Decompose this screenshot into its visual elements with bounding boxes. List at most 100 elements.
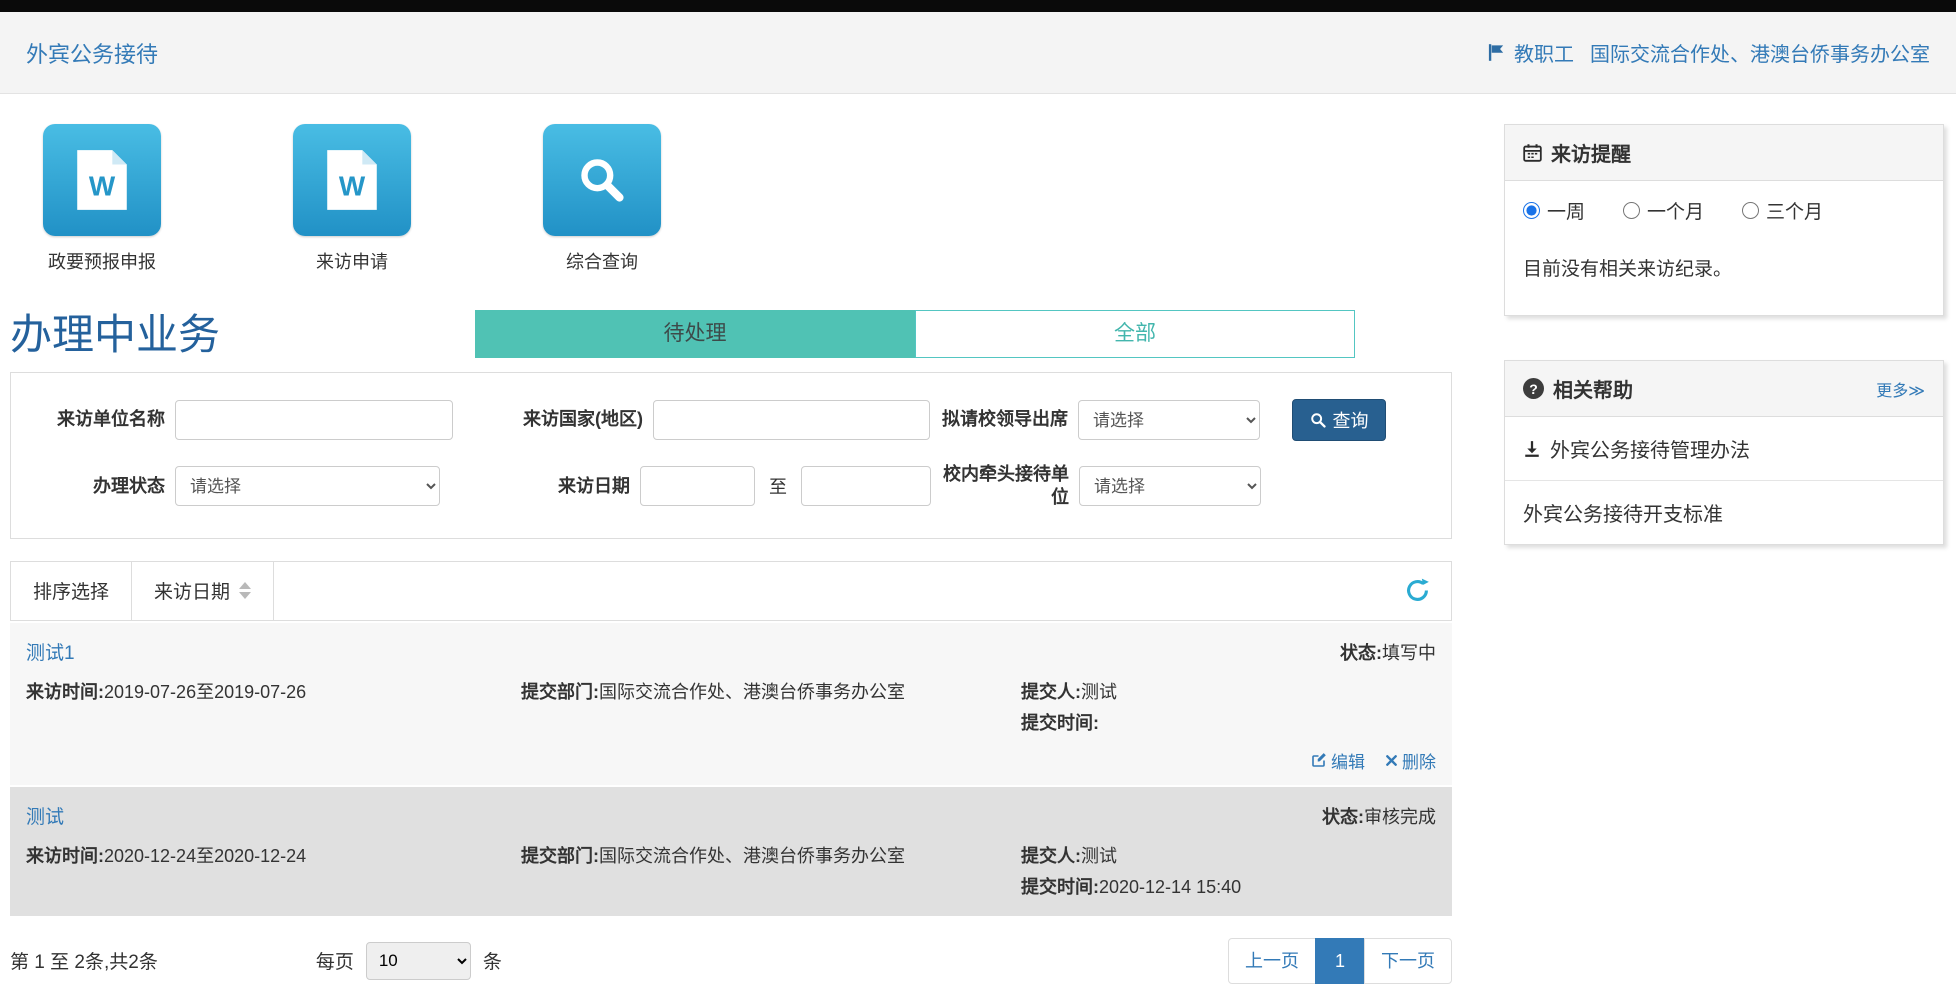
visit-date-label: 来访日期 [440, 475, 640, 498]
search-icon [543, 124, 661, 236]
edit-icon [1311, 752, 1327, 768]
reminder-option-label: 一周 [1547, 197, 1585, 224]
prev-page-button[interactable]: 上一页 [1228, 938, 1316, 984]
help-header: ? 相关帮助 更多≫ [1505, 361, 1943, 417]
help-panel: ? 相关帮助 更多≫ 外宾公务接待管理办法 外宾公务接待开支标准 [1504, 360, 1944, 545]
submit-dept-label: 提交部门: [521, 846, 599, 866]
leader-attend-label: 拟请校领导出席 [930, 408, 1078, 431]
reminder-option-label: 三个月 [1766, 197, 1823, 224]
reminder-radio-2[interactable] [1742, 202, 1759, 219]
visit-time-label: 来访时间: [26, 682, 104, 702]
status-label: 状态: [1340, 643, 1382, 663]
status-badge: 状态:审核完成 [1322, 803, 1436, 829]
visit-date-to-input[interactable] [801, 466, 931, 506]
sort-field-label: 来访日期 [154, 577, 230, 604]
status-filter-label: 办理状态 [27, 475, 175, 498]
quick-action-policy-report[interactable]: W 政要预报申报 [38, 124, 166, 274]
help-more-link[interactable]: 更多≫ [1876, 377, 1925, 401]
page-header: 外宾公务接待 教职工 国际交流合作处、港澳台侨事务办公室 [0, 12, 1956, 94]
item-top-row: 测试1 状态:填写中 [26, 638, 1436, 665]
reminder-option-month[interactable]: 一个月 [1623, 197, 1704, 224]
sort-select-label: 排序选择 [11, 562, 132, 620]
edit-link[interactable]: 编辑 [1311, 748, 1365, 773]
reminder-option-quarter[interactable]: 三个月 [1742, 197, 1823, 224]
item-title-link[interactable]: 测试 [26, 802, 64, 829]
quick-action-visit-apply[interactable]: W 来访申请 [288, 124, 416, 274]
submitter-row: 提交人:测试 [1021, 677, 1436, 709]
download-icon [1523, 440, 1541, 458]
per-page-control: 每页 10 条 [316, 942, 502, 980]
search-icon [1310, 412, 1326, 428]
submit-time-label: 提交时间: [1021, 713, 1099, 733]
section-row: 办理中业务 待处理 全部 [10, 310, 1452, 358]
status-select[interactable]: 请选择 [175, 466, 440, 506]
search-button[interactable]: 查询 [1292, 399, 1386, 441]
list-header-spacer [274, 562, 1384, 620]
per-page-select[interactable]: 10 [366, 942, 471, 980]
visit-reminder-header: 来访提醒 [1505, 125, 1943, 181]
question-circle-icon: ? [1523, 378, 1544, 399]
quick-action-label: 政要预报申报 [48, 248, 156, 274]
current-page-button[interactable]: 1 [1315, 938, 1365, 984]
list-header: 排序选择 来访日期 [10, 561, 1452, 621]
help-item-expense-standard[interactable]: 外宾公务接待开支标准 [1505, 481, 1943, 544]
reminder-option-label: 一个月 [1647, 197, 1704, 224]
submit-info-field: 提交人:测试 提交时间:2020-12-14 15:40 [1021, 841, 1436, 904]
sort-arrows-icon [239, 582, 251, 599]
user-role[interactable]: 教职工 [1514, 38, 1574, 67]
visit-country-input[interactable] [653, 400, 930, 440]
visit-unit-input[interactable] [175, 400, 453, 440]
help-item-label: 外宾公务接待开支标准 [1523, 498, 1723, 527]
leader-attend-select[interactable]: 请选择 [1078, 400, 1260, 440]
reminder-option-week[interactable]: 一周 [1523, 197, 1585, 224]
item-title-link[interactable]: 测试1 [26, 638, 75, 665]
per-page-suffix: 条 [483, 947, 502, 974]
next-page-button[interactable]: 下一页 [1364, 938, 1452, 984]
submit-time-row: 提交时间: [1021, 708, 1436, 740]
reminder-radio-1[interactable] [1623, 202, 1640, 219]
status-label: 状态: [1322, 807, 1364, 827]
filter-box: 来访单位名称 来访国家(地区) 拟请校领导出席 请选择 查询 办理状态 [10, 372, 1452, 539]
delete-link[interactable]: 删除 [1385, 748, 1436, 773]
main-column: W 政要预报申报 W 来访申请 [10, 94, 1452, 994]
page-title[interactable]: 外宾公务接待 [26, 37, 158, 69]
filter-row-1: 来访单位名称 来访国家(地区) 拟请校领导出席 请选择 查询 [27, 399, 1435, 441]
submit-dept-field: 提交部门:国际交流合作处、港澳台侨事务办公室 [521, 841, 951, 904]
submit-dept-value: 国际交流合作处、港澳台侨事务办公室 [599, 682, 905, 702]
quick-actions: W 政要预报申报 W 来访申请 [38, 124, 1452, 274]
sort-by-visit-date[interactable]: 来访日期 [132, 562, 274, 620]
tab-pending[interactable]: 待处理 [475, 310, 915, 358]
status-value: 审核完成 [1364, 807, 1436, 827]
help-item-management-rules[interactable]: 外宾公务接待管理办法 [1505, 417, 1943, 481]
host-unit-select[interactable]: 请选择 [1079, 466, 1261, 506]
submitter-label: 提交人: [1021, 846, 1081, 866]
list-item: 测试1 状态:填写中 来访时间:2019-07-26至2019-07-26 提交… [10, 623, 1452, 785]
host-unit-label: 校内牵头接待单位 [931, 463, 1079, 510]
submit-time-value: 2020-12-14 15:40 [1099, 877, 1241, 897]
item-detail-row: 来访时间:2019-07-26至2019-07-26 提交部门:国际交流合作处、… [26, 677, 1436, 740]
svg-text:W: W [339, 170, 366, 201]
refresh-button[interactable] [1384, 562, 1451, 620]
quick-action-label: 综合查询 [566, 248, 638, 274]
reminder-radio-0[interactable] [1523, 202, 1540, 219]
submit-time-label: 提交时间: [1021, 877, 1099, 897]
help-title: 相关帮助 [1553, 374, 1633, 403]
visit-time-field: 来访时间:2019-07-26至2019-07-26 [26, 677, 521, 740]
tab-all[interactable]: 全部 [915, 310, 1355, 358]
item-detail-row: 来访时间:2020-12-24至2020-12-24 提交部门:国际交流合作处、… [26, 841, 1436, 904]
submit-dept-field: 提交部门:国际交流合作处、港澳台侨事务办公室 [521, 677, 951, 740]
edit-label: 编辑 [1331, 748, 1365, 773]
submit-dept-value: 国际交流合作处、港澳台侨事务办公室 [599, 846, 905, 866]
quick-action-query[interactable]: 综合查询 [538, 124, 666, 274]
visit-date-from-input[interactable] [640, 466, 755, 506]
visit-reminder-body: 一周 一个月 三个月 目前没有相关来访纪录。 [1505, 181, 1943, 315]
submitter-label: 提交人: [1021, 682, 1081, 702]
visit-time-value: 2020-12-24至2020-12-24 [104, 846, 306, 866]
user-department[interactable]: 国际交流合作处、港澳台侨事务办公室 [1590, 38, 1930, 67]
visit-reminder-title: 来访提醒 [1551, 138, 1631, 167]
refresh-icon [1404, 577, 1431, 604]
quick-action-label: 来访申请 [316, 248, 388, 274]
item-top-row: 测试 状态:审核完成 [26, 802, 1436, 829]
visit-country-label: 来访国家(地区) [453, 408, 653, 431]
sidebar: 来访提醒 一周 一个月 三个月 目前没 [1504, 94, 1944, 994]
